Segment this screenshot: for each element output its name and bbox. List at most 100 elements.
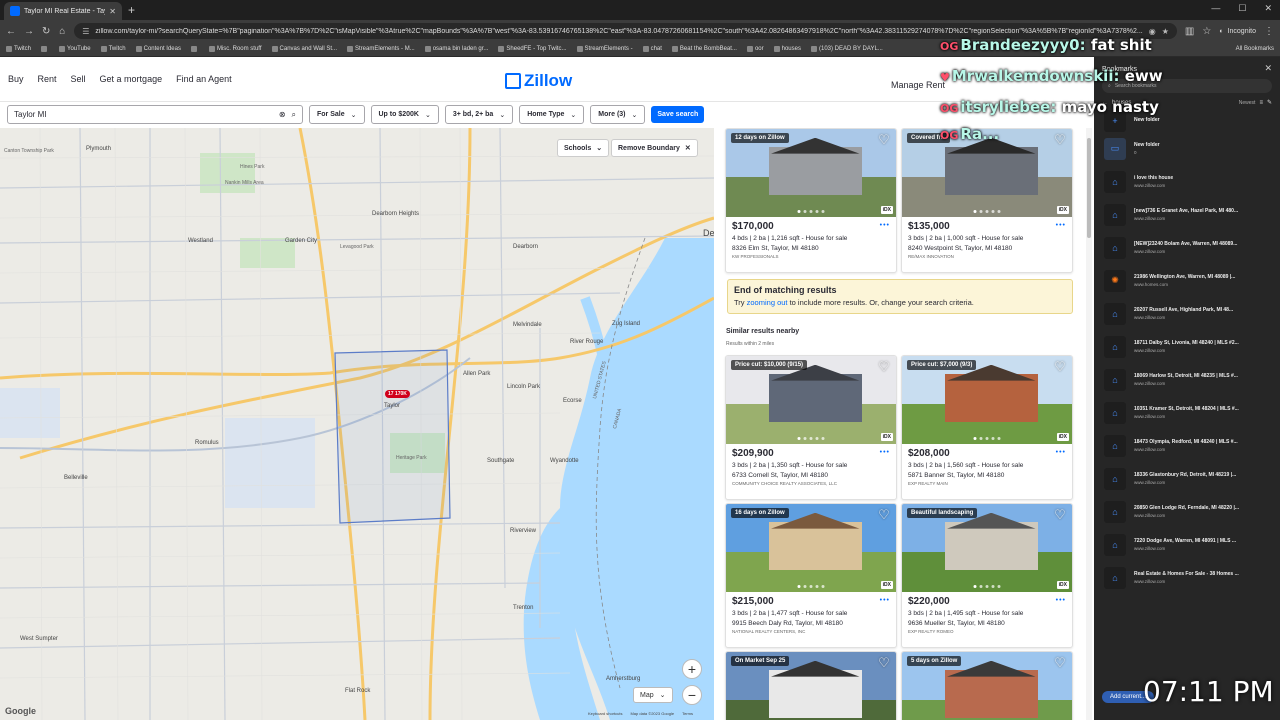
filter-price[interactable]: Up to $200K ⌄ bbox=[370, 105, 439, 124]
carousel-dot[interactable] bbox=[997, 210, 1001, 213]
listing-photo[interactable]: 16 days on Zillow ♡ iDX bbox=[726, 504, 896, 592]
minimize-icon[interactable]: — bbox=[1211, 3, 1220, 14]
heart-icon[interactable]: ♡ bbox=[877, 508, 891, 522]
carousel-dot[interactable] bbox=[991, 585, 995, 588]
heart-icon[interactable]: ♡ bbox=[877, 133, 891, 147]
bookmark-list-item[interactable]: ✺ 21986 Wellington Ave, Warren, MI 48089 … bbox=[1094, 264, 1280, 297]
bookmark-item[interactable]: chat bbox=[642, 46, 662, 52]
listing-card[interactable]: 16 days on Zillow ♡ iDX $215,000 ••• 3 bds | … bbox=[725, 503, 897, 648]
keyboard-shortcuts-link[interactable]: Keyboard shortcuts bbox=[588, 711, 622, 716]
bookmark-list-item[interactable]: ⌂ 18711 Dalby St, Livonia, MI 48240 | MLS… bbox=[1094, 330, 1280, 363]
carousel-dot[interactable] bbox=[809, 210, 813, 213]
search-input[interactable]: Taylor MI ⊗ ⌕ bbox=[7, 105, 303, 124]
carousel-dot[interactable] bbox=[803, 437, 807, 440]
zoom-in-button[interactable]: + bbox=[682, 659, 702, 679]
bookmark-list-item[interactable]: ⌂ 10351 Kramer St, Detroit, MI 48204 | ML… bbox=[1094, 396, 1280, 429]
close-window-icon[interactable]: ✕ bbox=[1264, 3, 1272, 14]
schools-dropdown[interactable]: Schools ⌄ bbox=[557, 139, 610, 157]
bookmark-item[interactable] bbox=[41, 46, 49, 52]
filter-beds-baths[interactable]: 3+ bd, 2+ ba ⌄ bbox=[444, 105, 514, 124]
heart-icon[interactable]: ♡ bbox=[1053, 508, 1067, 522]
clear-search-icon[interactable]: ⊗ bbox=[279, 110, 286, 119]
bookmark-item[interactable]: Beat the BombBeat... bbox=[671, 46, 737, 52]
photo-carousel-dots[interactable] bbox=[797, 585, 825, 588]
carousel-dot[interactable] bbox=[809, 437, 813, 440]
terms-link[interactable]: Terms bbox=[682, 711, 693, 716]
sort-dropdown[interactable]: Newest bbox=[1239, 100, 1256, 106]
more-options-icon[interactable]: ••• bbox=[1056, 597, 1066, 604]
star-bookmark-icon[interactable]: ★ bbox=[1162, 27, 1169, 36]
map-price-pin[interactable]: 17 170K bbox=[385, 390, 410, 398]
reload-icon[interactable]: ↻ bbox=[42, 26, 50, 37]
listing-card[interactable]: Covered fr... ♡ iDX $135,000 ••• 3 bds | 2 ba… bbox=[901, 128, 1073, 273]
new-tab-icon[interactable]: + bbox=[128, 3, 135, 17]
bookmark-item[interactable]: Twitch bbox=[100, 46, 126, 52]
map-type-dropdown[interactable]: Map ⌄ bbox=[633, 687, 673, 703]
carousel-dot[interactable] bbox=[809, 585, 813, 588]
heart-icon[interactable]: ♡ bbox=[1053, 656, 1067, 670]
photo-carousel-dots[interactable] bbox=[973, 437, 1001, 440]
carousel-dot[interactable] bbox=[973, 210, 977, 213]
site-info-icon[interactable]: ☰ bbox=[82, 27, 89, 36]
listing-photo[interactable]: Beautiful landscaping ♡ iDX bbox=[902, 504, 1072, 592]
carousel-dot[interactable] bbox=[797, 437, 801, 440]
bookmark-item[interactable]: YouTube bbox=[59, 46, 91, 52]
close-tab-icon[interactable]: ✕ bbox=[109, 7, 116, 16]
bookmark-item[interactable] bbox=[190, 46, 199, 52]
bookmark-list-item[interactable]: ⌂ 20850 Glen Lodge Rd, Ferndale, MI 48220… bbox=[1094, 495, 1280, 528]
bookmark-item[interactable]: Content Ideas bbox=[135, 46, 181, 52]
photo-carousel-dots[interactable] bbox=[797, 210, 825, 213]
bookmark-item[interactable]: SheedFE - Top Twitc... bbox=[498, 46, 567, 52]
listing-photo[interactable]: 12 days on Zillow ♡ iDX bbox=[726, 129, 896, 217]
carousel-dot[interactable] bbox=[815, 585, 819, 588]
bookmark-list-item[interactable]: ⌂ [NEW]23240 Bolam Ave, Warren, MI 48089.… bbox=[1094, 231, 1280, 264]
carousel-dot[interactable] bbox=[991, 437, 995, 440]
carousel-dot[interactable] bbox=[973, 437, 977, 440]
close-panel-icon[interactable]: ✕ bbox=[1264, 63, 1272, 74]
bookmark-list-item[interactable]: ⌂ i love this house www.zillow.com bbox=[1094, 165, 1280, 198]
listing-card[interactable]: On Market Sep 25♡iDX bbox=[725, 651, 897, 720]
photo-carousel-dots[interactable] bbox=[973, 210, 1001, 213]
zillow-logo[interactable]: Zillow bbox=[505, 71, 572, 91]
bookmark-item[interactable]: StreamElements - M... bbox=[347, 46, 415, 52]
zoom-out-button[interactable]: − bbox=[682, 685, 702, 705]
bookmark-list-item[interactable]: ⌂ 7220 Dodge Ave, Warren, MI 48091 | MLS … bbox=[1094, 528, 1280, 561]
carousel-dot[interactable] bbox=[815, 210, 819, 213]
more-options-icon[interactable]: ••• bbox=[880, 597, 890, 604]
nav-link[interactable]: Buy bbox=[8, 74, 24, 84]
more-options-icon[interactable]: ••• bbox=[1056, 449, 1066, 456]
bookmark-item[interactable]: (103) DEAD BY DAYL... bbox=[810, 46, 883, 52]
zooming-out-link[interactable]: zooming out bbox=[747, 298, 788, 307]
listing-card[interactable]: 12 days on Zillow ♡ iDX $170,000 ••• 4 bds | … bbox=[725, 128, 897, 273]
carousel-dot[interactable] bbox=[973, 585, 977, 588]
carousel-dot[interactable] bbox=[997, 437, 1001, 440]
listing-card[interactable]: Price cut: $10,000 (9/15) ♡ iDX $209,900 •••… bbox=[725, 355, 897, 500]
more-options-icon[interactable]: ••• bbox=[880, 449, 890, 456]
nav-link[interactable]: Sell bbox=[71, 74, 86, 84]
side-panel-icon[interactable]: ▥ bbox=[1185, 26, 1194, 37]
manage-rentals-link[interactable]: Manage Rent bbox=[891, 80, 945, 90]
bookmark-item[interactable]: oor bbox=[746, 46, 764, 52]
filter-listing-type[interactable]: For Sale ⌄ bbox=[309, 105, 365, 124]
filter-icon[interactable]: ≡ bbox=[1259, 100, 1263, 106]
back-icon[interactable]: ← bbox=[6, 26, 16, 37]
maximize-icon[interactable]: ☐ bbox=[1238, 3, 1246, 14]
listing-card[interactable]: Beautiful landscaping ♡ iDX $220,000 ••• 3 bd… bbox=[901, 503, 1073, 648]
heart-icon[interactable]: ♡ bbox=[877, 360, 891, 374]
bookmark-list-item[interactable]: ⌂ 18473 Olympia, Redford, MI 48240 | MLS … bbox=[1094, 429, 1280, 462]
listing-card[interactable]: Price cut: $7,000 (9/3) ♡ iDX $208,000 ••• 3 … bbox=[901, 355, 1073, 500]
filter-home-type[interactable]: Home Type ⌄ bbox=[519, 105, 585, 124]
carousel-dot[interactable] bbox=[979, 585, 983, 588]
photo-carousel-dots[interactable] bbox=[973, 585, 1001, 588]
more-options-icon[interactable]: ••• bbox=[880, 222, 890, 229]
all-bookmarks-link[interactable]: All Bookmarks bbox=[1236, 46, 1274, 52]
forward-icon[interactable]: → bbox=[24, 26, 34, 37]
browser-tab[interactable]: Taylor MI Real Estate - Taylor M ✕ bbox=[4, 2, 122, 20]
carousel-dot[interactable] bbox=[821, 437, 825, 440]
carousel-dot[interactable] bbox=[985, 210, 989, 213]
listing-photo[interactable]: 5 days on Zillow♡iDX bbox=[902, 652, 1072, 720]
bookmark-item[interactable]: Canvas and Wall St... bbox=[271, 46, 337, 52]
bookmark-list-item[interactable]: ⌂ 20207 Russell Ave, Highland Park, MI 48… bbox=[1094, 297, 1280, 330]
bookmark-list-item[interactable]: ⌂ Real Estate & Homes For Sale - 38 Homes… bbox=[1094, 561, 1280, 594]
bookmark-item[interactable]: houses bbox=[773, 46, 801, 52]
